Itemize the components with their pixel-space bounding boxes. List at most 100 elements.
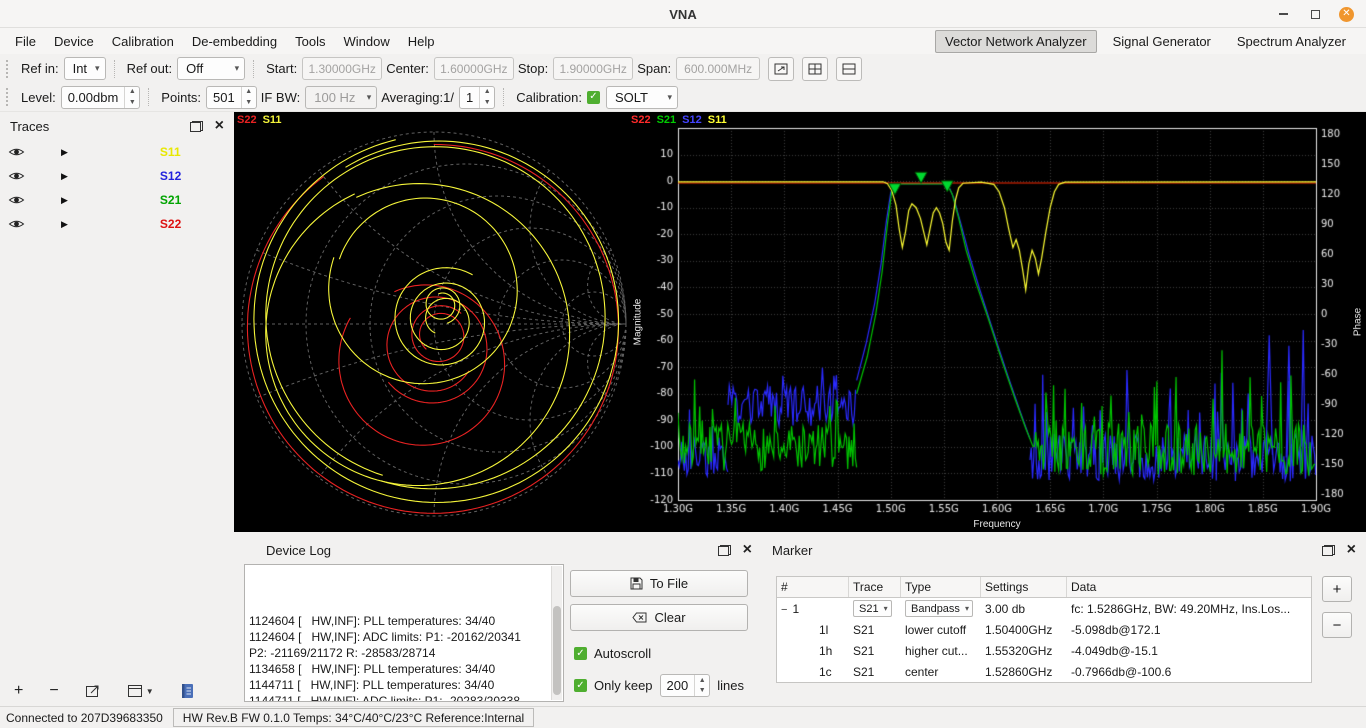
ref-in-select[interactable]: Int▾ <box>64 57 106 80</box>
maximize-button[interactable] <box>1307 6 1323 22</box>
column-header[interactable]: Settings <box>981 577 1067 597</box>
close-panel-icon[interactable]: × <box>215 118 224 134</box>
tab-spectrum-analyzer[interactable]: Spectrum Analyzer <box>1227 30 1356 53</box>
table-row[interactable]: 1c S21 center 1.52860GHz -0.7966db@-100.… <box>777 661 1311 682</box>
device-log-text[interactable]: 1124604 [ HW,INF]: PLL temperatures: 34/… <box>244 564 564 702</box>
spin-down-icon[interactable]: ▼ <box>125 97 139 108</box>
expand-icon <box>774 63 788 75</box>
menu-tools[interactable]: Tools <box>286 31 334 52</box>
remove-trace-button[interactable]: − <box>49 682 58 700</box>
graph-maximize-button[interactable] <box>768 57 794 81</box>
visibility-eye-icon[interactable] <box>8 218 25 230</box>
table-row[interactable]: 1h S21 higher cut... 1.55320GHz -4.049db… <box>777 640 1311 661</box>
keep-lines-spinbox[interactable]: 200▲▼ <box>660 674 711 697</box>
menu-deembedding[interactable]: De-embedding <box>183 31 286 52</box>
float-panel-icon[interactable] <box>718 545 731 556</box>
spin-up-icon[interactable]: ▲ <box>125 87 139 98</box>
close-panel-icon[interactable]: × <box>1347 542 1356 558</box>
marker-settings[interactable]: 1.55320GHz <box>981 644 1067 658</box>
log-clear-button[interactable]: Clear <box>570 604 748 631</box>
expander-triangle-icon[interactable]: ▶ <box>61 219 68 230</box>
calibration-checkbox[interactable] <box>587 91 600 104</box>
traces-panel: Traces × ▶ S11 ▶ S12 ▶ S21 ▶ S22 <box>0 112 234 676</box>
center-frequency-field[interactable]: 1.60000GHz <box>434 57 514 80</box>
menu-window[interactable]: Window <box>335 31 399 52</box>
spin-down-icon[interactable]: ▼ <box>695 686 709 697</box>
trace-row-s21[interactable]: ▶ S21 <box>0 188 234 212</box>
stop-frequency-field[interactable]: 1.90000GHz <box>553 57 633 80</box>
minimize-button[interactable] <box>1275 6 1291 22</box>
menu-file[interactable]: File <box>6 31 45 52</box>
column-header[interactable]: Type <box>901 577 981 597</box>
magnitude-phase-plot[interactable] <box>628 112 1366 532</box>
trace-row-s11[interactable]: ▶ S11 <box>0 140 234 164</box>
toolbar-drag-handle[interactable] <box>6 88 12 106</box>
float-panel-icon[interactable] <box>190 121 203 132</box>
log-line: 1144711 [ HW,INF]: PLL temperatures: 34/… <box>249 678 547 694</box>
graph-grid-layout-button[interactable] <box>802 57 828 81</box>
remove-marker-button[interactable]: − <box>1322 612 1352 638</box>
ref-out-select[interactable]: Off▾ <box>177 57 245 80</box>
visibility-eye-icon[interactable] <box>8 170 25 182</box>
column-header[interactable]: Data <box>1067 577 1311 597</box>
expander-triangle-icon[interactable]: ▶ <box>61 195 68 206</box>
graph-arrange-button[interactable]: ▼ <box>127 684 154 698</box>
ifbw-select[interactable]: 100 Hz▾ <box>305 86 377 109</box>
spin-down-icon[interactable]: ▼ <box>242 97 256 108</box>
column-header[interactable]: # <box>777 577 849 597</box>
magnitude-phase-plot-view[interactable]: S22 S21 S12 S11 Magnitude Phase Frequenc… <box>628 112 1366 532</box>
log-scrollbar[interactable] <box>551 566 562 700</box>
marker-type-select[interactable]: Bandpass▾ <box>905 600 973 617</box>
trace-row-s12[interactable]: ▶ S12 <box>0 164 234 188</box>
marker-table: # Trace Type Settings Data −1 S21▾ Bandp… <box>776 576 1312 683</box>
toolbar-drag-handle[interactable] <box>6 60 12 78</box>
spin-up-icon[interactable]: ▲ <box>242 87 256 98</box>
marker-settings[interactable]: 1.50400GHz <box>981 623 1067 637</box>
log-notebook-button[interactable] <box>180 683 195 699</box>
column-header[interactable]: Trace <box>849 577 901 597</box>
points-spinbox[interactable]: 501▲▼ <box>206 86 257 109</box>
close-panel-icon[interactable]: × <box>743 542 752 558</box>
span-frequency-field[interactable]: 600.000MHz <box>676 57 760 80</box>
log-to-file-button[interactable]: To File <box>570 570 748 597</box>
autoscroll-checkbox[interactable] <box>574 647 587 660</box>
visibility-eye-icon[interactable] <box>8 194 25 206</box>
tab-vector-network-analyzer[interactable]: Vector Network Analyzer <box>935 30 1097 53</box>
marker-settings[interactable]: 3.00 db <box>981 602 1067 616</box>
float-panel-icon[interactable] <box>1322 545 1335 556</box>
expander-triangle-icon[interactable]: ▶ <box>61 147 68 158</box>
collapse-icon[interactable]: − <box>781 604 787 616</box>
autoscroll-label: Autoscroll <box>594 646 651 661</box>
menu-help[interactable]: Help <box>399 31 444 52</box>
trace-label: S22 <box>160 217 181 231</box>
expander-triangle-icon[interactable]: ▶ <box>61 171 68 182</box>
averaging-spinbox[interactable]: 1▲▼ <box>459 86 495 109</box>
add-marker-button[interactable]: + <box>1322 576 1352 602</box>
log-line: 1134658 [ HW,INF]: PLL temperatures: 34/… <box>249 662 547 678</box>
smith-chart[interactable] <box>234 112 628 532</box>
log-scrollbar-thumb[interactable] <box>553 606 561 694</box>
only-keep-checkbox[interactable] <box>574 679 587 692</box>
close-button[interactable]: ✕ <box>1339 7 1354 22</box>
export-trace-button[interactable] <box>85 684 101 698</box>
table-row[interactable]: −1 S21▾ Bandpass▾ 3.00 db fc: 1.5286GHz,… <box>777 598 1311 619</box>
table-row[interactable]: 1l S21 lower cutoff 1.50400GHz -5.098db@… <box>777 619 1311 640</box>
marker-trace-select[interactable]: S21▾ <box>853 600 892 617</box>
menu-device[interactable]: Device <box>45 31 103 52</box>
spin-down-icon[interactable]: ▼ <box>480 97 494 108</box>
tab-signal-generator[interactable]: Signal Generator <box>1103 30 1221 53</box>
visibility-eye-icon[interactable] <box>8 146 25 158</box>
menu-calibration[interactable]: Calibration <box>103 31 183 52</box>
level-spinbox[interactable]: 0.00dbm▲▼ <box>61 86 141 109</box>
log-line: P2: -21169/21172 R: -28583/28714 <box>249 646 547 662</box>
trace-row-s22[interactable]: ▶ S22 <box>0 212 234 236</box>
spin-up-icon[interactable]: ▲ <box>480 87 494 98</box>
start-frequency-field[interactable]: 1.30000GHz <box>302 57 382 80</box>
spin-up-icon[interactable]: ▲ <box>695 675 709 686</box>
marker-settings[interactable]: 1.52860GHz <box>981 665 1067 679</box>
level-label: Level: <box>21 90 56 105</box>
add-trace-button[interactable]: + <box>14 682 23 700</box>
calibration-method-select[interactable]: SOLT▾ <box>606 86 678 109</box>
graph-single-layout-button[interactable] <box>836 57 862 81</box>
smith-chart-view[interactable]: S22 S11 <box>234 112 628 532</box>
